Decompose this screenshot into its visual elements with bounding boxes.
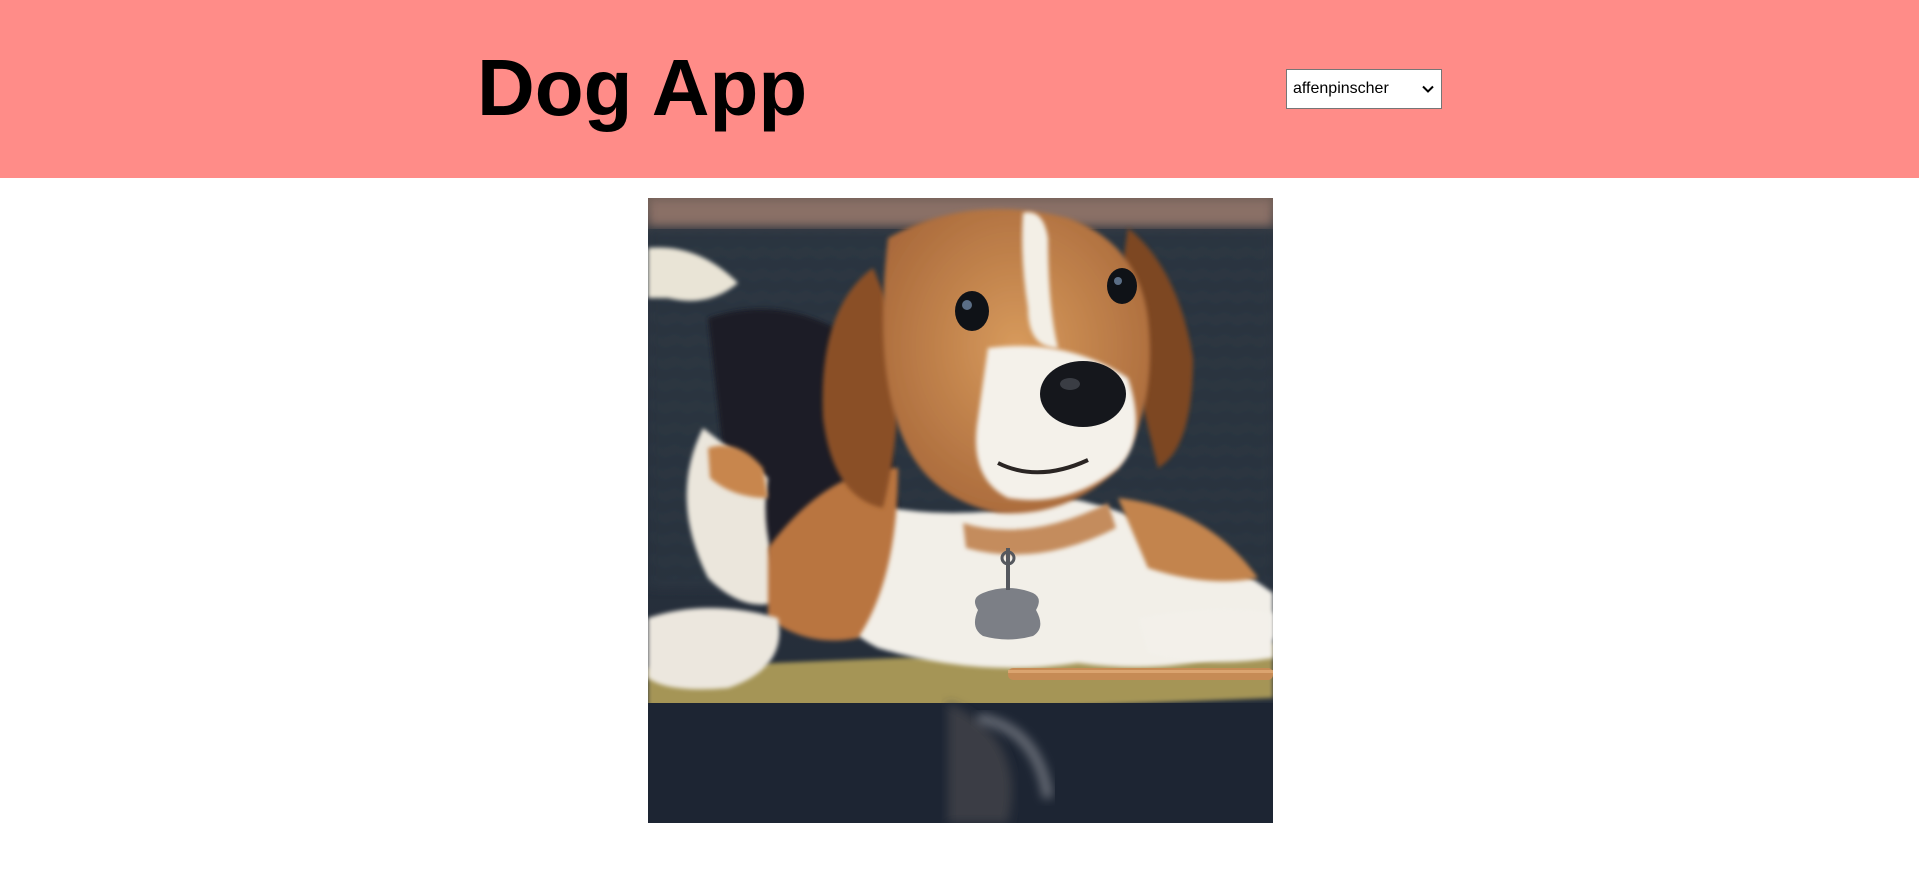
chevron-down-icon bbox=[1422, 85, 1434, 93]
app-title: Dog App bbox=[477, 43, 808, 132]
dog-image bbox=[648, 198, 1273, 823]
app-header: Dog App affenpinscher bbox=[0, 0, 1919, 178]
breed-select[interactable]: affenpinscher bbox=[1286, 69, 1442, 109]
dog-photo bbox=[648, 198, 1273, 823]
breed-select-value: affenpinscher bbox=[1293, 80, 1389, 97]
